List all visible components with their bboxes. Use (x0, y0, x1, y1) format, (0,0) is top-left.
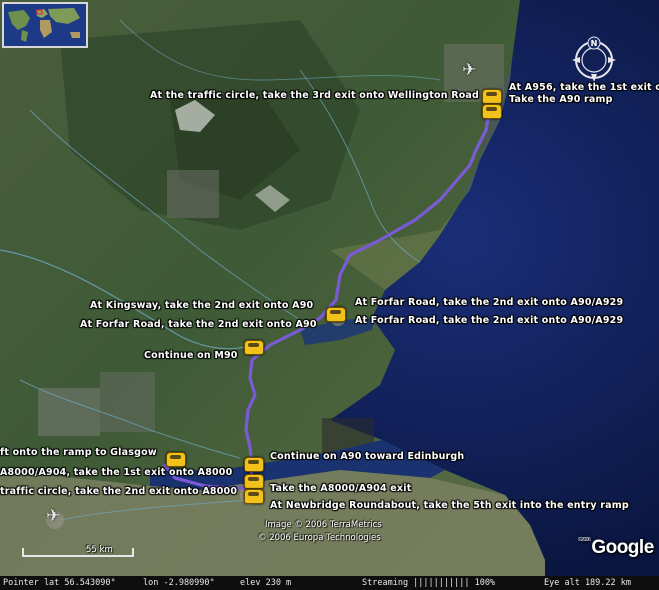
route-step-marker[interactable] (244, 489, 264, 504)
scale-bar: 55 km (22, 545, 136, 561)
scale-bar-tick (132, 548, 134, 557)
status-streaming: Streaming ||||||||||| 100% (362, 578, 496, 588)
direction-label[interactable]: At the traffic circle, take the 3rd exit… (150, 90, 479, 101)
compass-icon[interactable]: N (568, 34, 620, 86)
direction-label[interactable]: At Forfar Road, take the 2nd exit onto A… (80, 319, 317, 330)
direction-label[interactable]: ft onto the ramp to Glasgow (0, 447, 157, 458)
status-elevation: elev 230 m (240, 578, 292, 588)
airport-icon[interactable]: ✈ (46, 508, 60, 525)
route-step-marker[interactable] (244, 474, 264, 489)
scale-bar-line (22, 555, 134, 557)
world-map-icon (4, 4, 86, 46)
route-step-marker[interactable] (166, 452, 186, 467)
route-step-marker[interactable] (244, 340, 264, 355)
status-pointer-lon: lon -2.980990° (143, 578, 215, 588)
direction-label[interactable]: Continue on A90 toward Edinburgh (270, 451, 464, 462)
logo-text: Google (591, 537, 654, 558)
compass-north-label: N (591, 39, 598, 48)
map-view[interactable]: N ✈ ✈ At A956, take the 1st exit o Take … (0, 0, 659, 590)
route-step-marker[interactable] (482, 104, 502, 119)
direction-label[interactable]: Continue on M90 (144, 350, 238, 361)
overview-map[interactable] (2, 2, 88, 48)
imagery-credit: © 2006 Europa Technologies (258, 533, 381, 543)
direction-label[interactable]: At Kingsway, take the 2nd exit onto A90 (90, 300, 313, 311)
imagery-credit: Image © 2006 TerraMetrics (265, 520, 382, 530)
direction-label[interactable]: At Forfar Road, take the 2nd exit onto A… (355, 297, 623, 308)
scale-bar-tick (22, 548, 24, 557)
route-step-marker[interactable] (244, 457, 264, 472)
scale-bar-label: 55 km (86, 545, 113, 555)
direction-label[interactable]: At A956, take the 1st exit o (509, 82, 659, 93)
direction-label[interactable]: Take the A90 ramp (509, 94, 613, 105)
direction-label[interactable]: At Newbridge Roundabout, take the 5th ex… (270, 500, 629, 511)
logo-copyright: ©2006 (578, 537, 591, 543)
airport-icon[interactable]: ✈ (462, 62, 476, 79)
status-eye-altitude: Eye alt 189.22 km (544, 578, 631, 588)
direction-label[interactable]: Take the A8000/A904 exit (270, 483, 411, 494)
route-step-marker[interactable] (482, 89, 502, 104)
google-logo: ©2006Google (578, 537, 654, 559)
status-bar: Pointer lat 56.543090° lon -2.980990° el… (0, 576, 659, 590)
status-pointer-lat: Pointer lat 56.543090° (3, 578, 116, 588)
direction-label[interactable]: traffic circle, take the 2nd exit onto A… (0, 486, 237, 497)
direction-label[interactable]: At Forfar Road, take the 2nd exit onto A… (355, 315, 623, 326)
direction-label[interactable]: A8000/A904, take the 1st exit onto A8000 (0, 467, 232, 478)
route-step-marker[interactable] (326, 307, 346, 322)
